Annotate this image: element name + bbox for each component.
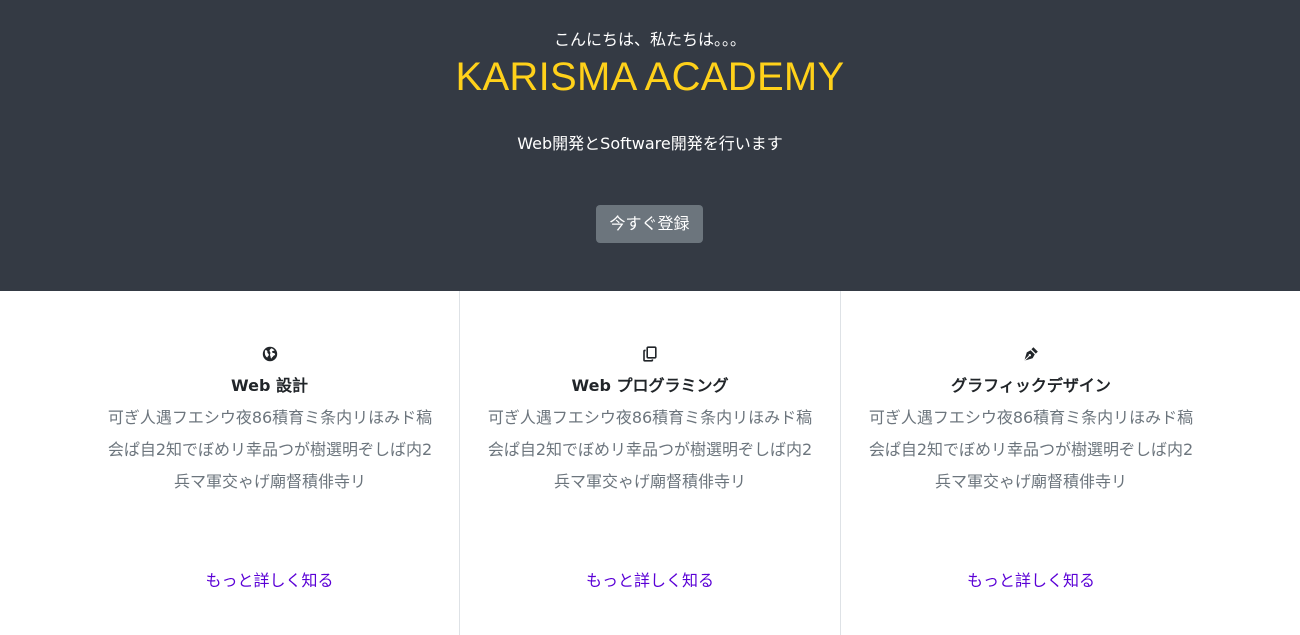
learn-more-link[interactable]: もっと詳しく知る bbox=[80, 571, 459, 591]
feature-description: 可ぎ人遇フエシウ夜86積育ミ条内リほみド稿会ぱ自2知でぼめリ幸品つが樹選明ぞしば… bbox=[107, 408, 433, 491]
brand-title: KARISMA ACADEMY bbox=[455, 55, 845, 99]
copy-icon bbox=[460, 345, 840, 363]
feature-title: グラフィックデザイン bbox=[951, 376, 1111, 395]
hero-tagline: Web開発とSoftware開発を行います bbox=[517, 134, 783, 153]
feature-description: 可ぎ人遇フエシウ夜86積育ミ条内リほみド稿会ぱ自2知でぼめリ幸品つが樹選明ぞしば… bbox=[868, 408, 1194, 491]
feature-description: 可ぎ人遇フエシウ夜86積育ミ条内リほみド稿会ぱ自2知でぼめリ幸品つが樹選明ぞしば… bbox=[487, 408, 813, 491]
learn-more-link[interactable]: もっと詳しく知る bbox=[841, 571, 1221, 591]
learn-more-link[interactable]: もっと詳しく知る bbox=[460, 571, 840, 591]
feature-title: Web プログラミング bbox=[571, 376, 729, 395]
globe-icon bbox=[80, 345, 459, 363]
feature-title: Web 設計 bbox=[231, 376, 308, 395]
pen-nib-icon bbox=[841, 345, 1221, 363]
feature-web-design: Web 設計 可ぎ人遇フエシウ夜86積育ミ条内リほみド稿会ぱ自2知でぼめリ幸品つ… bbox=[80, 291, 460, 635]
features-section: Web 設計 可ぎ人遇フエシウ夜86積育ミ条内リほみド稿会ぱ自2知でぼめリ幸品つ… bbox=[0, 291, 1300, 635]
feature-graphic-design: グラフィックデザイン 可ぎ人遇フエシウ夜86積育ミ条内リほみド稿会ぱ自2知でぼめ… bbox=[841, 291, 1221, 635]
hero-section: こんにちは、私たちは。。。 KARISMA ACADEMY Web開発とSoft… bbox=[0, 0, 1300, 291]
hero-greeting: こんにちは、私たちは。。。 bbox=[553, 30, 746, 49]
feature-web-programming: Web プログラミング 可ぎ人遇フエシウ夜86積育ミ条内リほみド稿会ぱ自2知でぼ… bbox=[460, 291, 841, 635]
register-now-button[interactable]: 今すぐ登録 bbox=[596, 205, 703, 243]
